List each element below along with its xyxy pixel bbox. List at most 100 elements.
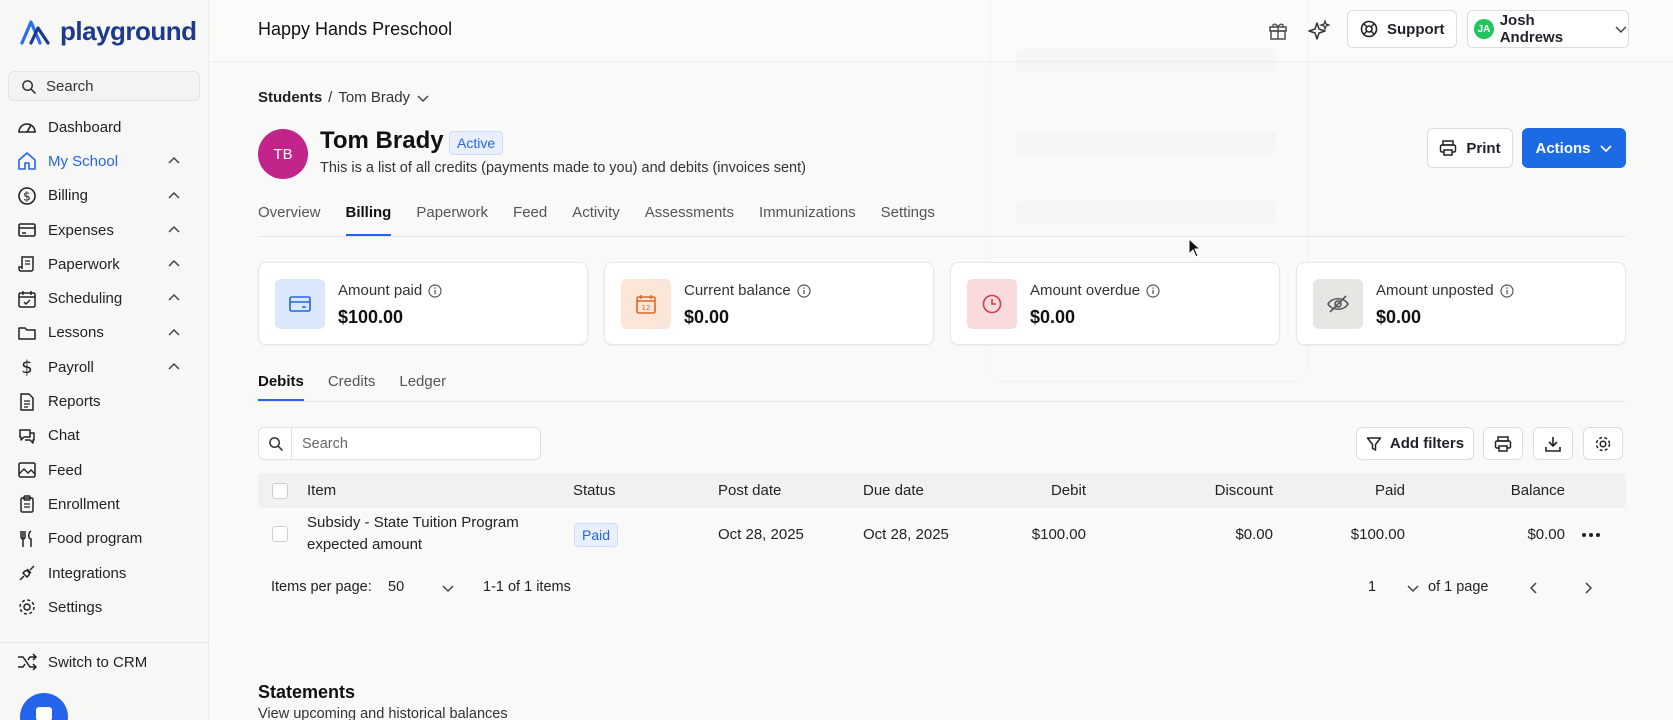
sidebar-item-integrations[interactable]: Integrations — [0, 556, 209, 590]
tab-assessments[interactable]: Assessments — [645, 204, 734, 236]
chevron-down-icon[interactable] — [441, 581, 455, 595]
help-chat-launcher[interactable] — [20, 693, 68, 720]
card-value: $100.00 — [338, 307, 404, 327]
column-paid[interactable]: Paid — [1375, 482, 1405, 499]
support-button[interactable]: Support — [1347, 10, 1457, 48]
column-due-date[interactable]: Due date — [863, 482, 924, 499]
gear-icon — [1595, 436, 1611, 451]
statements-subtitle: View upcoming and historical balances — [258, 706, 508, 720]
sidebar-item-my-school[interactable]: My School — [0, 144, 209, 178]
table-search-input[interactable]: Search — [258, 427, 541, 460]
search-placeholder: Search — [302, 435, 348, 452]
card-value: $0.00 — [684, 307, 730, 327]
card-value: $0.00 — [1030, 307, 1076, 327]
chevron-up-icon[interactable] — [167, 223, 181, 237]
actions-button[interactable]: Actions — [1522, 128, 1626, 168]
home-icon — [16, 150, 38, 172]
chevron-up-icon[interactable] — [167, 291, 181, 305]
info-icon[interactable] — [1146, 283, 1160, 298]
tab-activity[interactable]: Activity — [572, 204, 620, 236]
chevron-left-icon[interactable] — [1526, 580, 1542, 596]
card-label-text: Amount paid — [338, 282, 423, 299]
breadcrumb-current[interactable]: Tom Brady — [338, 89, 410, 106]
more-options-icon[interactable] — [1581, 532, 1601, 538]
tab-settings[interactable]: Settings — [881, 204, 935, 236]
student-tabs: Overview Billing Paperwork Feed Activity… — [258, 204, 960, 236]
breadcrumb-parent[interactable]: Students — [258, 89, 322, 106]
sidebar-item-reports[interactable]: Reports — [0, 384, 209, 418]
sidebar-item-label: My School — [48, 152, 119, 170]
chevron-up-icon[interactable] — [167, 257, 181, 271]
subtab-credits[interactable]: Credits — [328, 373, 376, 401]
sidebar-item-feed[interactable]: Feed — [0, 453, 209, 487]
sidebar-item-payroll[interactable]: $ Payroll — [0, 350, 209, 384]
chevron-down-icon[interactable] — [416, 91, 430, 105]
sidebar-search[interactable]: Search — [8, 71, 200, 101]
info-icon[interactable] — [1499, 283, 1514, 298]
column-debit[interactable]: Debit — [1051, 482, 1086, 499]
column-item[interactable]: Item — [307, 482, 336, 499]
dollar-icon: $ — [16, 356, 38, 378]
cell-post-date: Oct 28, 2025 — [718, 526, 804, 543]
chevron-down-icon[interactable] — [1406, 581, 1420, 595]
chevron-up-icon[interactable] — [167, 154, 181, 168]
info-icon[interactable] — [428, 283, 442, 298]
chevron-up-icon[interactable] — [167, 189, 181, 203]
table-settings-button[interactable] — [1583, 427, 1623, 460]
download-button[interactable] — [1533, 427, 1573, 460]
add-filters-button[interactable]: Add filters — [1356, 427, 1474, 460]
chevron-right-icon[interactable] — [1580, 580, 1596, 596]
sidebar-item-paperwork[interactable]: Paperwork — [0, 247, 209, 281]
clock-icon — [967, 279, 1017, 329]
calendar-icon: 12 — [621, 279, 671, 329]
statements-title: Statements — [258, 682, 356, 702]
tab-immunizations[interactable]: Immunizations — [759, 204, 856, 236]
tab-billing[interactable]: Billing — [345, 204, 391, 236]
lifebuoy-icon — [1360, 20, 1378, 38]
column-post-date[interactable]: Post date — [718, 482, 781, 499]
switch-to-crm-label: Switch to CRM — [48, 653, 148, 671]
user-menu-button[interactable]: JA Josh Andrews — [1467, 10, 1629, 48]
sidebar-item-food-program[interactable]: Food program — [0, 522, 209, 556]
tab-paperwork[interactable]: Paperwork — [416, 204, 488, 236]
sparkle-icon[interactable] — [1307, 18, 1331, 42]
sidebar-item-scheduling[interactable]: Scheduling — [0, 281, 209, 315]
sidebar-item-label: Scheduling — [48, 290, 123, 308]
sidebar-item-label: Billing — [48, 187, 89, 205]
row-checkbox[interactable] — [272, 526, 288, 542]
sidebar-item-dashboard[interactable]: Dashboard — [0, 110, 209, 144]
column-status[interactable]: Status — [573, 482, 616, 499]
tab-overview[interactable]: Overview — [258, 204, 321, 236]
sidebar-item-billing[interactable]: $ Billing — [0, 179, 209, 213]
column-discount[interactable]: Discount — [1215, 482, 1273, 499]
sidebar-item-label: Paperwork — [48, 255, 120, 273]
print-button[interactable]: Print — [1427, 128, 1513, 168]
info-icon[interactable] — [797, 283, 811, 298]
sidebar-item-lessons[interactable]: Lessons — [0, 316, 209, 350]
mouse-cursor-icon — [1188, 238, 1202, 258]
items-per-page-select[interactable]: 50 — [388, 579, 404, 595]
page-count: of 1 page — [1428, 579, 1489, 595]
subtab-debits[interactable]: Debits — [258, 373, 304, 401]
page-select[interactable]: 1 — [1368, 579, 1376, 595]
sidebar-item-label: Enrollment — [48, 495, 120, 513]
tab-feed[interactable]: Feed — [513, 204, 547, 236]
sidebar-nav: Dashboard My School $ Billing Expenses P… — [0, 110, 209, 624]
folder-icon — [16, 322, 38, 344]
subtab-ledger[interactable]: Ledger — [399, 373, 446, 401]
credit-card-icon — [275, 279, 325, 329]
sidebar-item-settings[interactable]: Settings — [0, 590, 209, 624]
sidebar-item-chat[interactable]: Chat — [0, 419, 209, 453]
user-avatar: JA — [1474, 19, 1494, 39]
chevron-up-icon[interactable] — [167, 326, 181, 340]
sidebar-item-enrollment[interactable]: Enrollment — [0, 487, 209, 521]
student-avatar: TB — [258, 129, 308, 179]
sidebar-item-expenses[interactable]: Expenses — [0, 213, 209, 247]
brand-logo[interactable]: playground — [18, 16, 197, 47]
column-balance[interactable]: Balance — [1511, 482, 1565, 499]
table-print-button[interactable] — [1483, 427, 1523, 460]
select-all-checkbox[interactable] — [272, 483, 288, 499]
table-row[interactable]: Subsidy - State Tuition Program expected… — [258, 508, 1626, 560]
chevron-up-icon[interactable] — [167, 360, 181, 374]
switch-to-crm-link[interactable]: Switch to CRM — [16, 652, 147, 672]
